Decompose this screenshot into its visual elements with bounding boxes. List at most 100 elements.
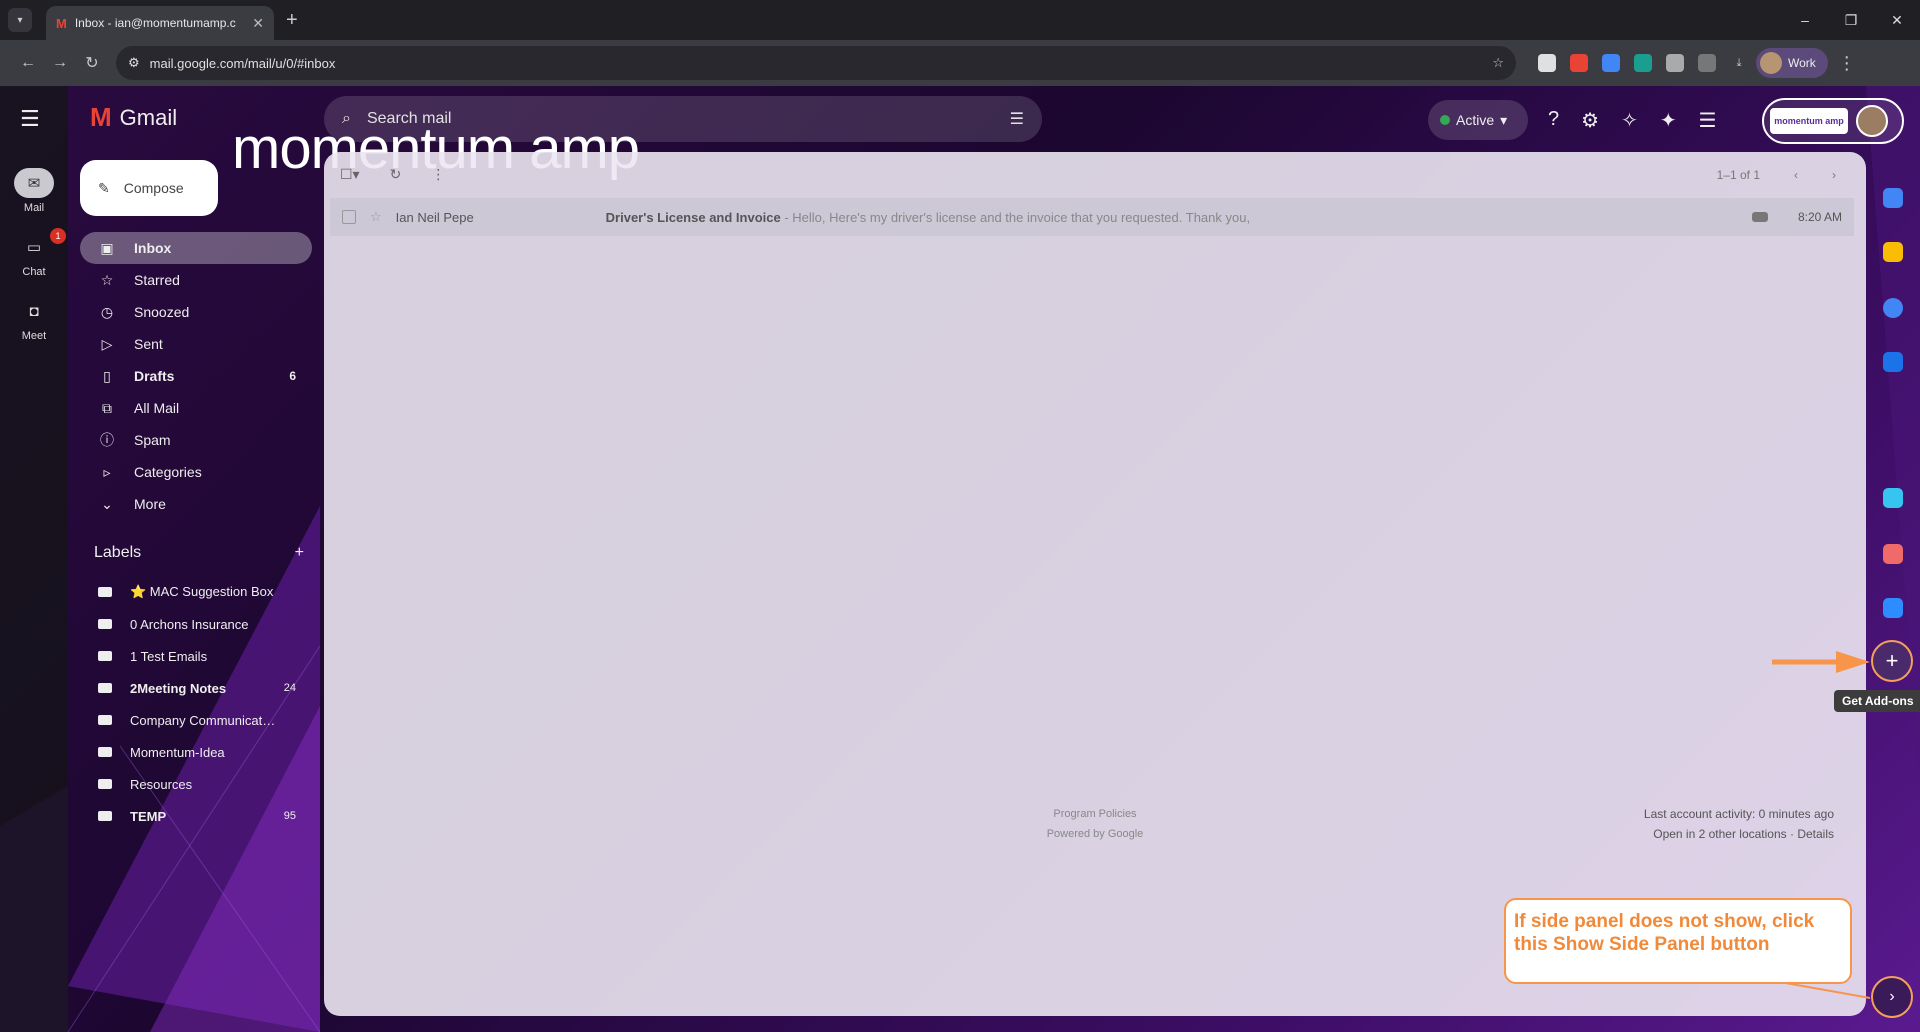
gemini-sparkle-icon[interactable]: ✧ bbox=[1621, 108, 1638, 133]
extension-icon[interactable] bbox=[1602, 54, 1620, 72]
search-input[interactable]: ⌕ Search mail ☰ bbox=[324, 96, 1042, 142]
add-label-icon[interactable]: + bbox=[295, 544, 304, 562]
nav-item-categories[interactable]: ▹ Categories bbox=[80, 456, 312, 488]
email-row[interactable]: ☆ Ian Neil Pepe Driver's License and Inv… bbox=[330, 198, 1854, 236]
close-window-button[interactable]: ✕ bbox=[1874, 0, 1920, 40]
clock-icon: ◷ bbox=[100, 303, 114, 320]
compose-label: Compose bbox=[123, 180, 184, 196]
label-item[interactable]: 2Meeting Notes 24 bbox=[80, 672, 312, 704]
nav-item-more[interactable]: ⌄ More bbox=[80, 488, 312, 520]
nav-item-sent[interactable]: ▷ Sent bbox=[80, 328, 312, 360]
nav-item-spam[interactable]: ⓘ Spam bbox=[80, 424, 312, 456]
restore-button[interactable]: ❐ bbox=[1828, 0, 1874, 40]
star-icon[interactable]: ☆ bbox=[370, 209, 382, 225]
select-all-checkbox[interactable]: ☐▾ bbox=[340, 166, 360, 183]
keep-icon[interactable] bbox=[1883, 242, 1903, 262]
gmail-logo[interactable]: M Gmail bbox=[90, 102, 177, 133]
search-options-icon[interactable]: ☰ bbox=[1010, 109, 1024, 129]
label-item[interactable]: Company Communicatio... bbox=[80, 704, 312, 736]
addon-side-panel bbox=[1866, 152, 1920, 1032]
label-name: TEMP bbox=[130, 808, 167, 824]
tab-close-icon[interactable]: ✕ bbox=[252, 15, 264, 32]
chevron-down-icon: ⌄ bbox=[101, 495, 113, 512]
row-checkbox[interactable] bbox=[342, 210, 356, 224]
label-item[interactable]: 1 Test Emails bbox=[80, 640, 312, 672]
download-icon[interactable]: ⤓ bbox=[1730, 54, 1748, 72]
status-dropdown[interactable]: Active ▾ bbox=[1428, 100, 1528, 140]
slack-icon[interactable] bbox=[1883, 488, 1903, 508]
extension-icon[interactable] bbox=[1634, 54, 1652, 72]
label-name: Momentum-Idea bbox=[130, 744, 225, 760]
program-policies-link[interactable]: Program Policies bbox=[324, 804, 1866, 824]
label-item[interactable]: TEMP 95 bbox=[80, 800, 312, 832]
label-name: Resources bbox=[130, 776, 193, 792]
label-tag-icon bbox=[98, 619, 112, 629]
new-tab-button[interactable]: + bbox=[286, 9, 298, 32]
tasks-icon[interactable] bbox=[1883, 298, 1903, 318]
main-menu-icon[interactable]: ☰ bbox=[20, 106, 40, 132]
nav-item-snoozed[interactable]: ◷ Snoozed bbox=[80, 296, 312, 328]
settings-gear-icon[interactable]: ⚙ bbox=[1581, 108, 1599, 133]
rail-item-mail[interactable]: ✉ Mail bbox=[0, 168, 68, 214]
get-addons-button[interactable]: + bbox=[1871, 640, 1913, 682]
rail-item-chat[interactable]: ▭ 1 Chat bbox=[0, 228, 68, 278]
site-info-icon[interactable]: ⚙ bbox=[128, 55, 140, 71]
org-logo: momentum amp bbox=[1770, 108, 1848, 134]
label-item[interactable]: Resources bbox=[80, 768, 312, 800]
rail-label: Mail bbox=[23, 202, 45, 214]
bookmark-star-icon[interactable]: ☆ bbox=[1492, 55, 1504, 71]
search-icon[interactable]: ⌕ bbox=[342, 110, 351, 128]
video-icon: ◘ bbox=[29, 302, 39, 320]
show-side-panel-button[interactable]: › bbox=[1871, 976, 1913, 1018]
back-arrow-icon[interactable]: ← bbox=[12, 47, 44, 79]
gmail-m-icon: M bbox=[90, 102, 112, 132]
instruction-callout: If side panel does not show, click this … bbox=[1504, 898, 1852, 984]
profile-chip[interactable]: Work bbox=[1756, 48, 1828, 78]
browser-menu-icon[interactable]: ⋮ bbox=[1838, 53, 1856, 74]
refresh-icon[interactable]: ↻ bbox=[390, 166, 402, 183]
extensions-puzzle-icon[interactable] bbox=[1698, 54, 1716, 72]
nav-item-drafts[interactable]: ▯ Drafts 6 bbox=[80, 360, 312, 392]
forward-arrow-icon[interactable]: → bbox=[44, 47, 76, 79]
label-item[interactable]: Momentum-Idea bbox=[80, 736, 312, 768]
extension-icon[interactable] bbox=[1538, 54, 1556, 72]
compose-button[interactable]: ✎ Compose bbox=[80, 160, 218, 216]
reload-icon[interactable]: ↻ bbox=[76, 47, 108, 79]
apps-menu-icon[interactable]: ☰ bbox=[1699, 108, 1717, 133]
rail-item-meet[interactable]: ◘ Meet bbox=[0, 296, 68, 343]
extension-icon[interactable] bbox=[1570, 54, 1588, 72]
profile-label: Work bbox=[1788, 56, 1816, 70]
extension-icon[interactable] bbox=[1666, 54, 1684, 72]
pagination: 1–1 of 1 ‹ › bbox=[1717, 168, 1836, 182]
asana-icon[interactable] bbox=[1883, 544, 1903, 564]
account-button[interactable]: momentum amp bbox=[1762, 98, 1904, 144]
calendar-icon[interactable] bbox=[1883, 188, 1903, 208]
tab-search-button[interactable]: ▾ bbox=[8, 8, 32, 32]
label-name: 1 Test Emails bbox=[130, 648, 208, 664]
star-icon: ☆ bbox=[100, 271, 114, 288]
nav-item-all-mail[interactable]: ⧉ All Mail bbox=[80, 392, 312, 424]
chevron-right-icon[interactable]: › bbox=[1832, 168, 1836, 182]
contacts-icon[interactable] bbox=[1883, 352, 1903, 372]
address-bar[interactable]: ⚙ mail.google.com/mail/u/0/#inbox ☆ bbox=[116, 46, 1516, 80]
help-icon[interactable]: ? bbox=[1548, 108, 1559, 133]
rail-label: Chat bbox=[22, 266, 46, 278]
chevron-left-icon[interactable]: ‹ bbox=[1794, 168, 1798, 182]
avatar bbox=[1856, 105, 1888, 137]
label-tag-icon bbox=[98, 651, 112, 661]
browser-tab[interactable]: M Inbox - ian@momentumamp.c ✕ bbox=[46, 6, 274, 40]
nav-item-starred[interactable]: ☆ Starred bbox=[80, 264, 312, 296]
details-link[interactable]: Open in 2 other locations · Details bbox=[1644, 824, 1834, 844]
nav-item-inbox[interactable]: ▣ Inbox bbox=[80, 232, 312, 264]
label-name: ⭐ MAC Suggestion Box bbox=[130, 584, 274, 599]
powered-by-text: Powered by Google bbox=[1046, 828, 1144, 840]
minimize-button[interactable]: – bbox=[1782, 0, 1828, 40]
nav-label: More bbox=[134, 496, 166, 512]
sparkle-icon[interactable]: ✦ bbox=[1660, 108, 1677, 133]
label-tag-icon bbox=[98, 683, 112, 693]
zoom-icon[interactable] bbox=[1883, 598, 1903, 618]
more-options-icon[interactable]: ⋮ bbox=[431, 166, 445, 183]
label-item[interactable]: ⭐ MAC Suggestion Box bbox=[80, 576, 312, 608]
label-item[interactable]: 0 Archons Insurance bbox=[80, 608, 312, 640]
chat-badge: 1 bbox=[50, 228, 66, 244]
